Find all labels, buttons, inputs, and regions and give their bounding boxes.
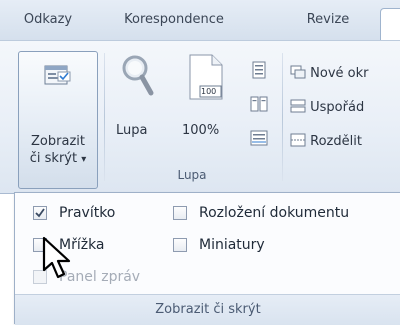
checkbox-document-map-label: Rozložení dokumentu — [199, 205, 350, 221]
arrange-all-icon — [290, 99, 306, 113]
zoom-button[interactable]: Lupa — [112, 53, 164, 153]
zoom-group-label: Lupa — [177, 168, 207, 182]
mouse-pointer-icon — [42, 236, 71, 279]
group-separator — [104, 53, 105, 181]
chevron-down-icon: ▾ — [81, 154, 87, 165]
tab-korespondence[interactable]: Korespondence — [112, 0, 236, 40]
checkbox-thumbnails-label: Miniatury — [199, 237, 265, 253]
ribbon-body: Zobrazit či skrýt ▾ Lupa 100 100% Lupa N… — [0, 40, 400, 194]
checkbox-ruler-label: Pravítko — [59, 205, 116, 221]
tab-odkazy[interactable]: Odkazy — [18, 0, 78, 40]
panel-title: Zobrazit či skrýt — [15, 294, 400, 325]
show-hide-label-line2: či skrýt ▾ — [19, 151, 97, 166]
one-page-icon[interactable] — [250, 61, 268, 79]
checkbox-box[interactable] — [173, 206, 187, 220]
hundred-percent-button[interactable]: 100 100% — [180, 53, 232, 153]
page-width-icon[interactable] — [250, 129, 268, 147]
new-window-icon — [290, 65, 306, 79]
hundred-percent-label: 100% — [182, 123, 220, 138]
new-window-label: Nové okr — [310, 66, 369, 81]
group-separator — [282, 53, 283, 181]
tab-revize[interactable]: Revize — [298, 0, 358, 40]
show-hide-button[interactable]: Zobrazit či skrýt ▾ — [18, 51, 98, 189]
ribbon-tab-strip: Odkazy Korespondence Revize — [0, 0, 400, 43]
arrange-all-label: Uspořád — [310, 100, 365, 115]
tab-active-edge[interactable] — [380, 8, 400, 43]
zoom-button-label: Lupa — [116, 123, 148, 138]
checkbox-box[interactable] — [173, 238, 187, 252]
arrange-all-button[interactable]: Uspořád — [290, 97, 364, 119]
show-hide-icon — [44, 65, 71, 85]
split-button[interactable]: Rozdělit — [290, 131, 362, 153]
new-window-button[interactable]: Nové okr — [290, 63, 368, 85]
magnifier-icon — [122, 55, 154, 96]
checkmark-icon — [35, 208, 45, 218]
show-hide-label-text: či skrýt — [29, 151, 78, 166]
checkbox-box[interactable] — [33, 206, 47, 220]
show-hide-label-line1: Zobrazit — [31, 134, 85, 149]
page-100-icon-text: 100 — [201, 87, 217, 96]
split-label: Rozdělit — [310, 134, 362, 149]
split-icon — [290, 133, 306, 147]
two-pages-icon[interactable] — [250, 95, 268, 113]
